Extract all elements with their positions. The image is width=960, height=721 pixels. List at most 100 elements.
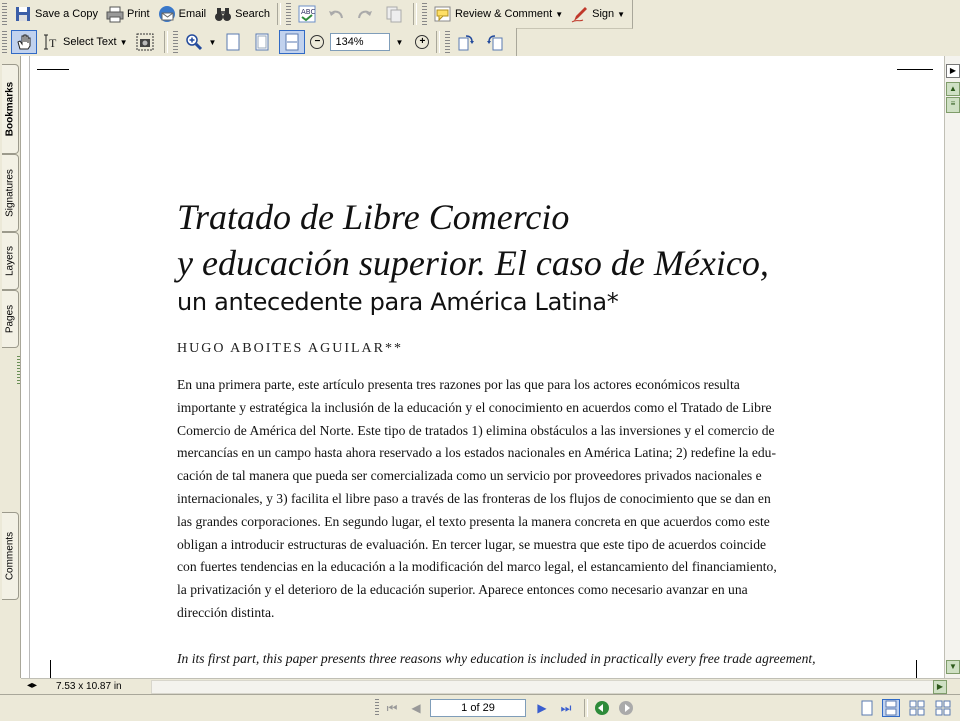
actual-size-button[interactable] [221,31,248,53]
rotate-counterclockwise-icon [486,33,504,51]
scroll-right-button[interactable]: ▶ [933,680,947,694]
review-comment-button[interactable]: Review & Comment ▼ [431,3,566,25]
facing-view-button[interactable] [908,699,926,717]
abstract-line: En una primera parte, este artículo pres… [177,377,740,392]
binoculars-icon [214,5,232,23]
print-button[interactable]: Print [103,3,153,25]
chevron-down-icon[interactable]: ▼ [555,10,563,19]
abstract-line: dirección distinta. [177,604,275,620]
search-button[interactable]: Search [211,3,273,25]
zoom-value: 134% [335,36,364,48]
hand-tool-button[interactable] [11,30,37,54]
author-name: HUGO ABOITES AGUILAR** [177,341,403,356]
fit-page-button[interactable] [250,31,277,53]
toolbar-grip[interactable] [375,699,379,717]
chevron-down-icon[interactable]: ▼ [209,38,217,47]
abstract-english: In its first part, this paper presents t… [177,648,816,671]
toolbar-grip[interactable] [445,31,451,53]
toolbar-grip[interactable] [172,31,178,53]
crop-mark [50,660,51,678]
tab-bookmarks[interactable]: Bookmarks [2,64,19,154]
facing-pages-icon [909,700,925,716]
printer-icon [106,5,124,23]
single-page-icon [861,700,873,716]
tab-layers[interactable]: Layers [2,232,19,290]
pen-icon [571,5,589,23]
abstract-spanish: En una primera parte, este artículo pres… [177,374,797,625]
continuous-facing-view-button[interactable] [934,699,952,717]
tab-comments[interactable]: Comments [2,512,19,600]
spell-check-button[interactable]: ABC [295,3,322,25]
select-text-button[interactable]: T Select Text ▼ [39,31,131,53]
next-view-button[interactable] [618,700,634,716]
horizontal-scrollbar[interactable] [151,680,941,694]
undo-icon [327,5,345,23]
toolbar-grip[interactable] [2,31,7,53]
save-copy-button[interactable]: Save a Copy [11,3,101,25]
scroll-up-button[interactable]: ▲ [946,82,960,96]
email-icon [158,5,176,23]
abstract-line: importante y estratégica la inclusión de… [177,399,772,415]
undo-button[interactable] [324,3,351,25]
tab-layers-label: Layers [4,245,16,277]
copy-icon [385,5,403,23]
review-comment-icon [434,5,452,23]
toolbar-grip[interactable] [2,3,7,25]
zoom-out-button[interactable]: − [307,31,327,53]
spell-check-icon: ABC [298,5,316,23]
title-line-2: y educación superior. El caso de México, [177,243,769,283]
page-size-readout: 7.53 x 10.87 in [56,681,122,692]
toolbar-separator [163,31,168,53]
sign-button[interactable]: Sign ▼ [568,3,628,25]
info-arrows-icon[interactable]: ◂▸ [27,680,37,691]
fit-width-button[interactable] [279,30,306,54]
fit-page-icon [253,33,271,51]
first-page-button[interactable]: ⏮ [384,700,400,716]
crop-mark [916,660,917,678]
previous-view-button[interactable] [594,700,610,716]
toolbar-separator [436,31,441,53]
plus-icon: + [415,35,430,49]
zoom-in-button[interactable]: + [412,31,432,53]
zoom-tool-button[interactable]: ▼ [182,31,220,53]
email-label: Email [178,8,207,20]
chevron-down-icon[interactable]: ▼ [395,38,403,47]
document-view[interactable]: Tratado de Libre Comercio y educación su… [21,56,944,678]
back-arrow-icon [595,701,609,715]
abstract-line: cación de tal manera que pueda ser comer… [177,468,762,484]
continuous-view-button[interactable] [882,699,900,717]
toolbar-grip[interactable] [285,3,291,25]
scroll-down-button[interactable]: ▼ [946,660,960,674]
chevron-down-icon[interactable]: ▼ [617,10,625,19]
abstract-line: mercancías en un campo hasta ahora reser… [177,445,776,461]
zoom-in-icon [185,33,203,51]
snapshot-button[interactable] [133,31,160,53]
panel-toggle-button[interactable]: ▶ [946,64,960,78]
previous-page-button[interactable]: ◀ [408,700,424,716]
abstract-line: internacionales, y 3) facilita el libre … [177,490,771,506]
email-button[interactable]: Email [155,3,210,25]
scroll-thumb[interactable]: ≡ [946,97,960,113]
vertical-scrollbar[interactable]: ▶ ▲ ≡ ▼ [944,56,960,678]
copy-button[interactable] [382,3,409,25]
tab-signatures[interactable]: Signatures [2,154,19,232]
zoom-input[interactable]: 134% [330,33,391,51]
rotate-clockwise-button[interactable] [454,31,481,53]
chevron-down-icon[interactable]: ▼ [120,38,128,47]
svg-text:ABC: ABC [301,8,315,16]
tab-signatures-label: Signatures [4,169,16,217]
panel-resize-handle[interactable] [17,356,20,386]
next-page-button[interactable]: ▶ [534,700,550,716]
page-icon [224,33,242,51]
last-page-button[interactable]: ⏭ [558,700,574,716]
rotate-counterclockwise-button[interactable] [483,31,510,53]
crop-mark [897,69,933,70]
page-number-input[interactable]: 1 of 29 [430,699,526,717]
page-edge [29,56,30,678]
tab-pages[interactable]: Pages [2,290,19,348]
single-page-view-button[interactable] [858,699,876,717]
toolbar-separator [276,3,281,25]
page-subtitle: un antecedente para América Latina* [177,288,619,316]
toolbar-grip[interactable] [421,3,427,25]
redo-button[interactable] [353,3,380,25]
